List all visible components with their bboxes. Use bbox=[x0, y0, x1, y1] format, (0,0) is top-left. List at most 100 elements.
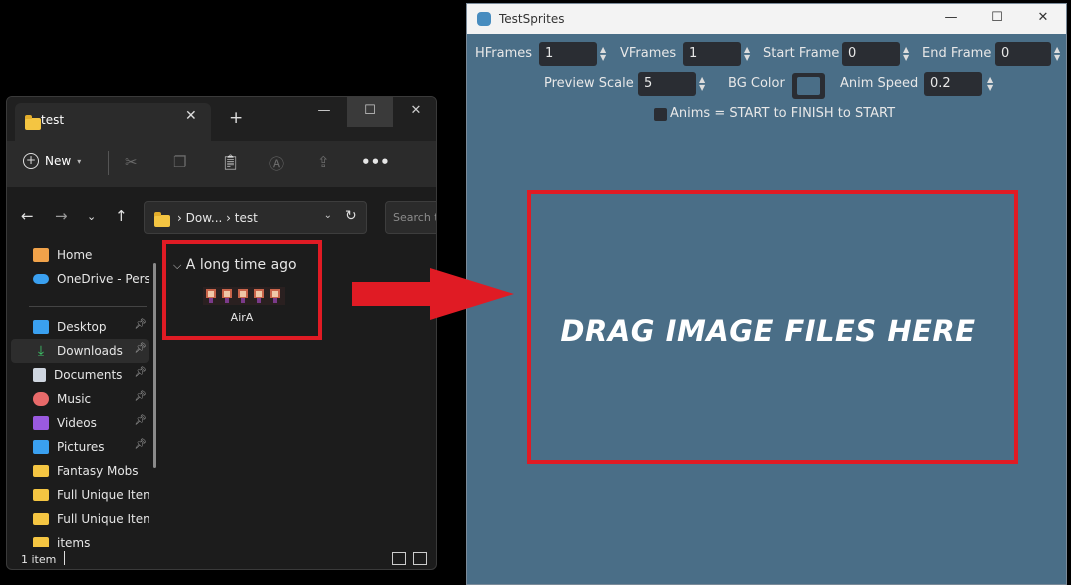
sidebar-item-label: Full Unique Item Sprites bbox=[57, 488, 149, 502]
maximize-button[interactable]: ☐ bbox=[974, 10, 1020, 25]
pin-icon: 📌︎ bbox=[134, 319, 147, 330]
pin-icon: 📌︎ bbox=[134, 367, 147, 378]
sidebar-item-fantasy-mobs[interactable]: Fantasy Mobs bbox=[11, 459, 149, 483]
vframes-label: VFrames bbox=[620, 46, 677, 61]
sidebar-item-onedrive[interactable]: OneDrive - Personal bbox=[11, 267, 149, 291]
pin-icon: 📌︎ bbox=[134, 415, 147, 426]
pin-icon: 📌︎ bbox=[134, 343, 147, 354]
copy-icon[interactable]: ❐ bbox=[173, 153, 186, 171]
status-bar: 1 item bbox=[7, 547, 436, 569]
recent-locations-icon[interactable]: ⌄ bbox=[87, 210, 96, 223]
sidebar-item-desktop[interactable]: Desktop 📌︎ bbox=[11, 315, 149, 339]
pictures-icon bbox=[33, 440, 49, 454]
refresh-icon[interactable]: ↻ bbox=[345, 208, 357, 224]
anims-checkbox[interactable] bbox=[654, 108, 667, 121]
start-frame-spinbox[interactable]: 0 bbox=[842, 42, 900, 66]
search-placeholder: Search te bbox=[393, 211, 436, 224]
godot-titlebar: TestSprites — ☐ ✕ bbox=[467, 4, 1066, 34]
sidebar-item-label: Fantasy Mobs bbox=[57, 464, 139, 478]
sidebar-scrollbar[interactable] bbox=[153, 263, 156, 468]
cloud-icon bbox=[33, 274, 49, 284]
close-button[interactable]: ✕ bbox=[393, 103, 436, 118]
pin-icon: 📌︎ bbox=[134, 391, 147, 402]
spin-arrows-icon[interactable]: ▲ ▼ bbox=[744, 46, 754, 62]
download-icon: ⤓ bbox=[37, 343, 45, 359]
sidebar-item-pictures[interactable]: Pictures 📌︎ bbox=[11, 435, 149, 459]
cut-icon[interactable]: ✂ bbox=[125, 153, 138, 171]
sidebar-item-downloads[interactable]: ⤓ Downloads 📌︎ bbox=[11, 339, 149, 363]
maximize-button[interactable]: ☐ bbox=[347, 97, 393, 127]
chevron-down-icon: ▾ bbox=[77, 156, 82, 166]
sidebar-item-label: Full Unique Item Sprites bbox=[57, 512, 149, 526]
document-icon bbox=[33, 368, 46, 382]
highlight-file-box bbox=[162, 240, 322, 340]
folder-icon bbox=[33, 537, 49, 547]
close-tab-icon[interactable]: ✕ bbox=[185, 108, 197, 124]
tiles-view-icon[interactable] bbox=[413, 552, 427, 565]
navigation-pane: Home OneDrive - Personal Desktop 📌︎ ⤓ Do… bbox=[7, 243, 157, 547]
bg-color-swatch bbox=[797, 77, 820, 95]
bg-color-label: BG Color bbox=[728, 76, 785, 91]
details-view-icon[interactable] bbox=[392, 552, 406, 565]
address-path-text: Dow... › test bbox=[185, 211, 258, 225]
start-frame-label: Start Frame bbox=[763, 46, 840, 61]
forward-arrow-icon[interactable]: → bbox=[55, 207, 68, 225]
sidebar-item-home[interactable]: Home bbox=[11, 243, 149, 267]
pin-icon: 📌︎ bbox=[134, 439, 147, 450]
plus-icon: + bbox=[23, 153, 39, 169]
spin-arrows-icon[interactable]: ▲ ▼ bbox=[600, 46, 610, 62]
address-path: › Dow... › test bbox=[177, 211, 258, 225]
new-button[interactable]: + New ▾ bbox=[23, 153, 81, 169]
paste-icon[interactable]: 📋︎ bbox=[221, 153, 240, 171]
drag-arrow-icon bbox=[352, 268, 514, 320]
sidebar-item-label: Desktop bbox=[57, 320, 107, 334]
sidebar-item-label: Documents bbox=[54, 368, 123, 382]
toolbar-divider bbox=[108, 151, 109, 175]
sidebar-item-label: Pictures bbox=[57, 440, 105, 454]
sidebar-item-label: Downloads bbox=[57, 344, 123, 358]
spin-arrows-icon[interactable]: ▲ ▼ bbox=[987, 76, 997, 92]
folder-icon bbox=[33, 489, 49, 501]
anim-speed-spinbox[interactable]: 0.2 bbox=[924, 72, 982, 96]
desktop-icon bbox=[33, 320, 49, 334]
sidebar-item-documents[interactable]: Documents 📌︎ bbox=[11, 363, 149, 387]
end-frame-spinbox[interactable]: 0 bbox=[995, 42, 1051, 66]
sidebar-item-videos[interactable]: Videos 📌︎ bbox=[11, 411, 149, 435]
sidebar-item-full-unique-item-sprites[interactable]: Full Unique Item Sprites bbox=[11, 483, 149, 507]
anims-checkbox-label: Anims = START to FINISH to START bbox=[670, 106, 896, 121]
close-button[interactable]: ✕ bbox=[1020, 10, 1066, 25]
sidebar-item-label: Videos bbox=[57, 416, 97, 430]
godot-logo-icon bbox=[477, 12, 491, 26]
search-input[interactable]: Search te bbox=[385, 201, 436, 234]
more-options-icon[interactable]: ••• bbox=[361, 153, 390, 171]
spin-arrows-icon[interactable]: ▲ ▼ bbox=[699, 76, 709, 92]
sidebar-item-items[interactable]: items bbox=[11, 531, 149, 547]
sidebar-divider bbox=[29, 306, 147, 307]
rename-icon[interactable]: Ⓐ bbox=[269, 153, 284, 174]
hframes-label: HFrames bbox=[475, 46, 533, 61]
sidebar-item-full-unique-item-sprites-2[interactable]: Full Unique Item Sprites bbox=[11, 507, 149, 531]
preview-scale-spinbox[interactable]: 5 bbox=[638, 72, 696, 96]
drop-zone-highlight[interactable] bbox=[527, 190, 1018, 464]
vframes-spinbox[interactable]: 1 bbox=[683, 42, 741, 66]
video-icon bbox=[33, 416, 49, 430]
spin-arrows-icon[interactable]: ▲ ▼ bbox=[1054, 46, 1064, 62]
spin-arrows-icon[interactable]: ▲ ▼ bbox=[903, 46, 913, 62]
hframes-spinbox[interactable]: 1 bbox=[539, 42, 597, 66]
share-icon[interactable]: ⇪ bbox=[317, 153, 330, 171]
explorer-tab-label: test bbox=[41, 113, 65, 127]
folder-icon bbox=[154, 212, 170, 227]
sidebar-item-label: Music bbox=[57, 392, 92, 406]
sidebar-item-label: OneDrive - Personal bbox=[57, 272, 149, 286]
minimize-button[interactable]: — bbox=[928, 10, 974, 25]
sidebar-item-label: Home bbox=[57, 248, 93, 262]
new-tab-button[interactable]: + bbox=[229, 108, 243, 128]
end-frame-label: End Frame bbox=[922, 46, 992, 61]
sidebar-item-music[interactable]: Music 📌︎ bbox=[11, 387, 149, 411]
back-arrow-icon[interactable]: ← bbox=[21, 207, 34, 225]
sidebar-item-label: items bbox=[57, 536, 91, 547]
music-icon bbox=[33, 392, 49, 406]
chevron-down-icon[interactable]: ⌄ bbox=[324, 210, 332, 221]
minimize-button[interactable]: — bbox=[301, 103, 347, 118]
up-arrow-icon[interactable]: ↑ bbox=[115, 207, 128, 225]
